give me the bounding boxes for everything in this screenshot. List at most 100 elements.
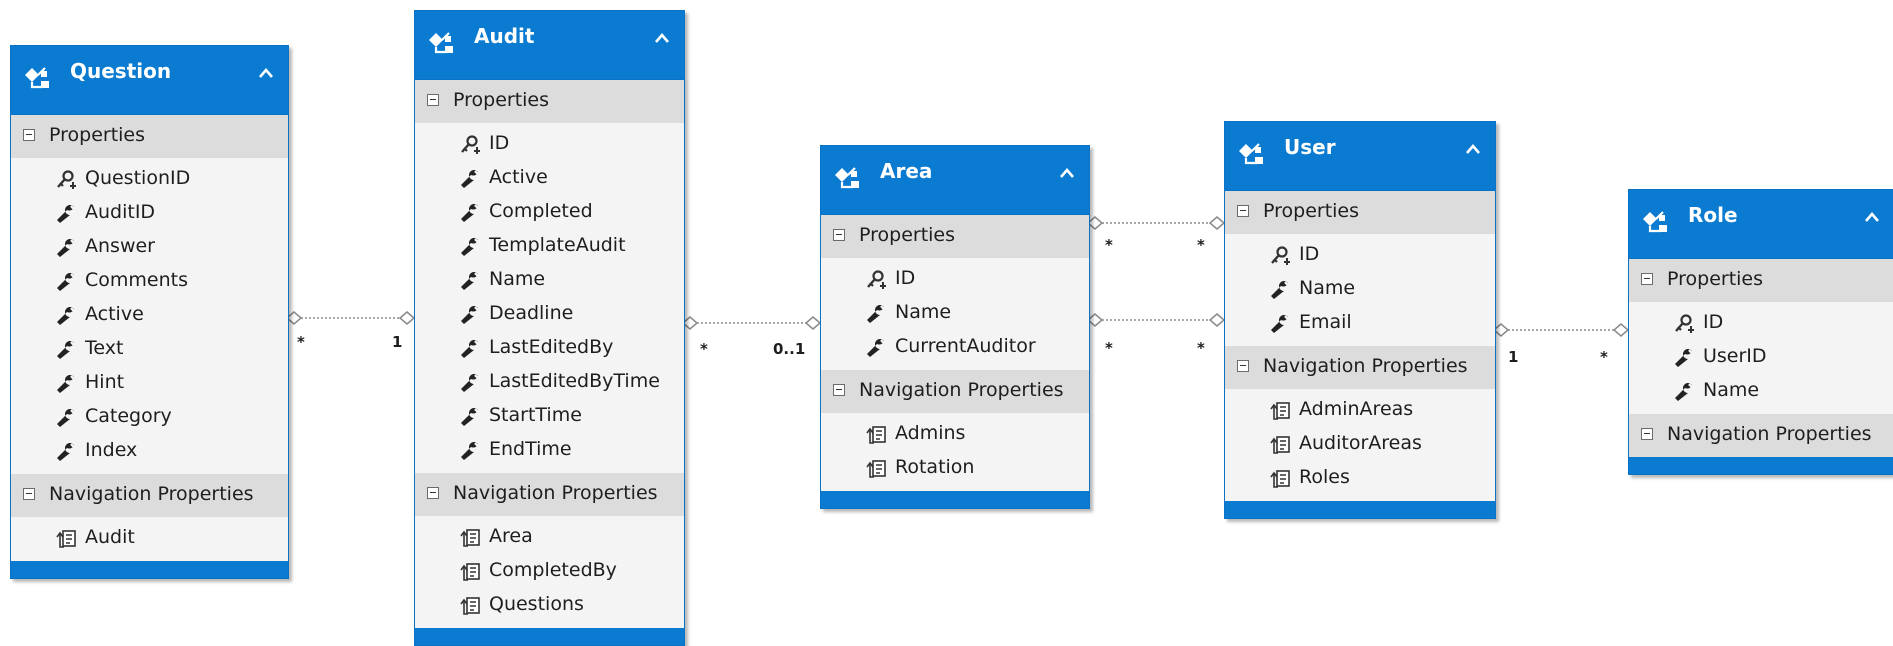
property-item[interactable]: Name [1225,272,1495,306]
section-label: Properties [453,89,550,111]
navigation-item[interactable]: Questions [415,588,684,622]
properties-section-header[interactable]: Properties [1225,191,1495,234]
navigation-item[interactable]: Rotation [821,451,1089,485]
navigation-item[interactable]: Admins [821,417,1089,451]
collapse-section-icon[interactable] [427,487,439,499]
collapse-section-icon[interactable] [833,229,845,241]
property-item[interactable]: CurrentAuditor [821,330,1089,364]
scalar-property-icon [865,338,887,362]
entity-role[interactable]: Role Properties ID UserID Name Navigation Pro… [1628,189,1893,475]
collapse-section-icon[interactable] [1237,205,1249,217]
entity-header[interactable]: Question [11,46,288,115]
properties-section-header[interactable]: Properties [11,115,288,158]
property-name: Name [1299,277,1356,299]
collapse-section-icon[interactable] [427,94,439,106]
property-item[interactable]: TemplateAudit [415,229,684,263]
entity-user[interactable]: User Properties ID Name Email Navigation Prop… [1224,121,1496,519]
property-item[interactable]: LastEditedByTime [415,365,684,399]
property-name: Completed [489,200,593,222]
navigation-name: CompletedBy [489,559,617,581]
collapse-section-icon[interactable] [1641,428,1653,440]
association-end-diamond [1086,216,1104,230]
collapse-section-icon[interactable] [23,129,35,141]
property-item[interactable]: Name [415,263,684,297]
property-item[interactable]: UserID [1629,340,1893,374]
entity-header[interactable]: Audit [415,11,684,80]
entity-area[interactable]: Area Properties ID Name CurrentAuditor Naviga… [820,145,1090,509]
properties-section-header[interactable]: Properties [415,80,684,123]
property-name: Name [895,301,952,323]
property-item[interactable]: ID [821,262,1089,296]
properties-section-header[interactable]: Properties [1629,259,1893,302]
collapse-section-icon[interactable] [1237,360,1249,372]
property-item[interactable]: Active [11,298,288,332]
collapse-chevron-icon[interactable] [258,64,274,83]
navigation-section-header[interactable]: Navigation Properties [11,474,288,517]
collapse-section-icon[interactable] [1641,273,1653,285]
property-item[interactable]: Hint [11,366,288,400]
property-item[interactable]: StartTime [415,399,684,433]
scalar-property-icon [865,304,887,328]
entity-audit[interactable]: Audit Properties ID Active Completed Template… [414,10,685,646]
navigation-item[interactable]: AuditorAreas [1225,427,1495,461]
entity-footer [821,491,1089,508]
scalar-property-icon [55,238,77,262]
scalar-property-icon [459,339,481,363]
property-item[interactable]: ID [1629,306,1893,340]
navigation-list: Area CompletedBy Questions [415,516,684,628]
property-item[interactable]: Deadline [415,297,684,331]
section-label: Properties [859,224,956,246]
scalar-property-icon [55,272,77,296]
property-name: StartTime [489,404,582,426]
property-item[interactable]: Name [1629,374,1893,408]
navigation-item[interactable]: Area [415,520,684,554]
navigation-item[interactable]: Audit [11,521,288,555]
property-item[interactable]: Completed [415,195,684,229]
property-item[interactable]: ID [415,127,684,161]
collapse-section-icon[interactable] [833,384,845,396]
property-name: Text [85,337,124,359]
property-item[interactable]: EndTime [415,433,684,467]
property-item[interactable]: Answer [11,230,288,264]
navigation-item[interactable]: Roles [1225,461,1495,495]
entity-header[interactable]: User [1225,122,1495,191]
collapse-chevron-icon[interactable] [1059,164,1075,183]
property-item[interactable]: Active [415,161,684,195]
property-name: CurrentAuditor [895,335,1036,357]
property-item[interactable]: AuditID [11,196,288,230]
scalar-property-icon [55,204,77,228]
property-list: ID UserID Name [1629,302,1893,414]
property-item[interactable]: Email [1225,306,1495,340]
navigation-name: Area [489,525,533,547]
properties-section-header[interactable]: Properties [821,215,1089,258]
navigation-section-header[interactable]: Navigation Properties [821,370,1089,413]
property-item[interactable]: LastEditedBy [415,331,684,365]
property-item[interactable]: Comments [11,264,288,298]
scalar-property-icon [459,271,481,295]
multiplicity-label: 1 [1508,348,1519,366]
collapse-section-icon[interactable] [23,488,35,500]
multiplicity-label: * [1105,236,1113,254]
entity-header[interactable]: Area [821,146,1089,215]
property-item[interactable]: Category [11,400,288,434]
association-end-diamond [285,311,303,325]
property-item[interactable]: Text [11,332,288,366]
collapse-chevron-icon[interactable] [1465,140,1481,159]
navigation-section-header[interactable]: Navigation Properties [1225,346,1495,389]
navigation-item[interactable]: CompletedBy [415,554,684,588]
collapse-chevron-icon[interactable] [1864,208,1880,227]
navigation-section-header[interactable]: Navigation Properties [415,473,684,516]
entity-question[interactable]: Question Properties QuestionID AuditID Answe… [10,45,289,579]
property-item[interactable]: Name [821,296,1089,330]
property-item[interactable]: Index [11,434,288,468]
scalar-property-icon [1673,382,1695,406]
collapse-chevron-icon[interactable] [654,29,670,48]
navigation-name: Rotation [895,456,975,478]
property-item[interactable]: ID [1225,238,1495,272]
navigation-item[interactable]: AdminAreas [1225,393,1495,427]
entity-header[interactable]: Role [1629,190,1893,259]
navigation-section-header[interactable]: Navigation Properties [1629,414,1893,457]
property-item[interactable]: QuestionID [11,162,288,196]
property-name: EndTime [489,438,572,460]
scalar-property-icon [55,340,77,364]
